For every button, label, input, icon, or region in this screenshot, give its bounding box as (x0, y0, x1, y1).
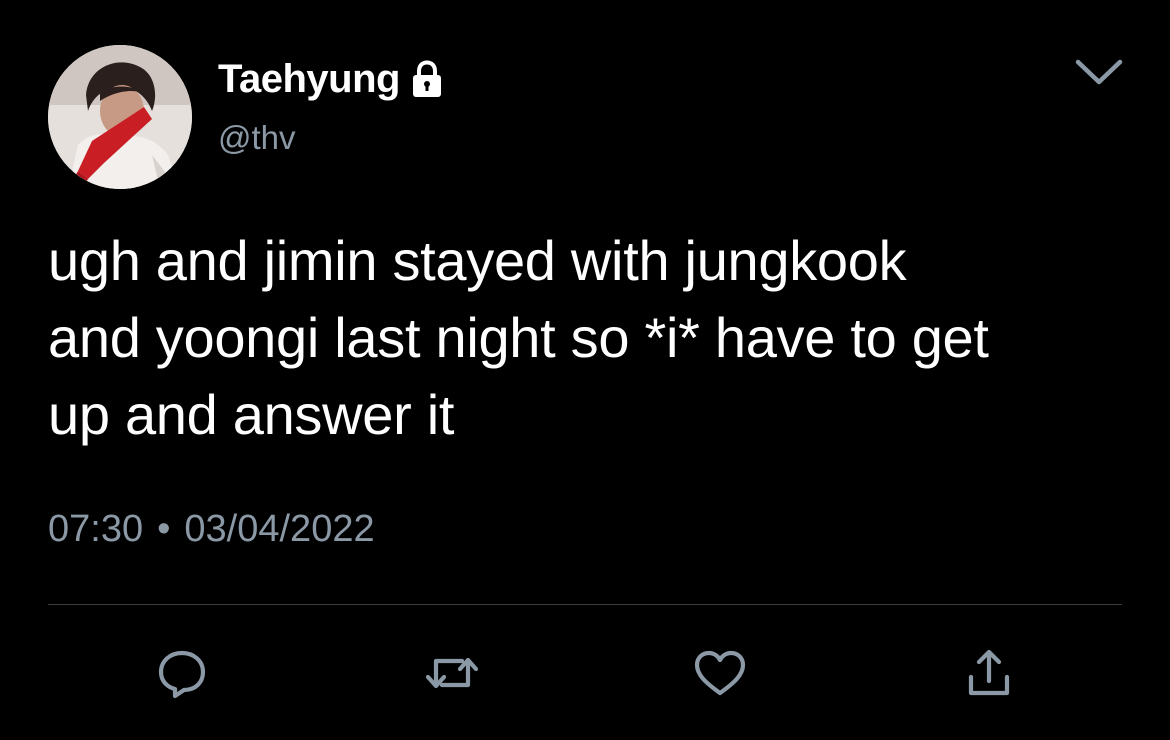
meta-separator: • (157, 508, 171, 550)
author-display-name[interactable]: Taehyung (218, 56, 400, 102)
heart-icon (694, 650, 746, 696)
tweet-time: 07:30 (48, 508, 144, 550)
share-icon (968, 649, 1010, 696)
reply-icon (158, 650, 206, 699)
like-button[interactable] (692, 645, 748, 701)
tweet-card: Taehyung @thv ugh and jimin stayed with … (0, 0, 1170, 740)
avatar-image (48, 45, 192, 189)
tweet-text: ugh and jimin stayed with jungkook and y… (48, 229, 989, 446)
author-handle[interactable]: @thv (218, 118, 296, 158)
reply-button[interactable] (154, 645, 210, 701)
share-button[interactable] (961, 645, 1017, 701)
avatar[interactable] (48, 45, 192, 189)
retweet-button[interactable] (424, 645, 480, 701)
tweet-date: 03/04/2022 (184, 508, 375, 550)
chevron-down-icon[interactable] (1072, 52, 1126, 90)
divider (48, 604, 1122, 605)
tweet-timestamp[interactable]: 07:30 • 03/04/2022 (48, 506, 375, 552)
lock-icon (408, 59, 446, 99)
retweet-icon (425, 657, 479, 689)
author-row: Taehyung (218, 56, 446, 102)
